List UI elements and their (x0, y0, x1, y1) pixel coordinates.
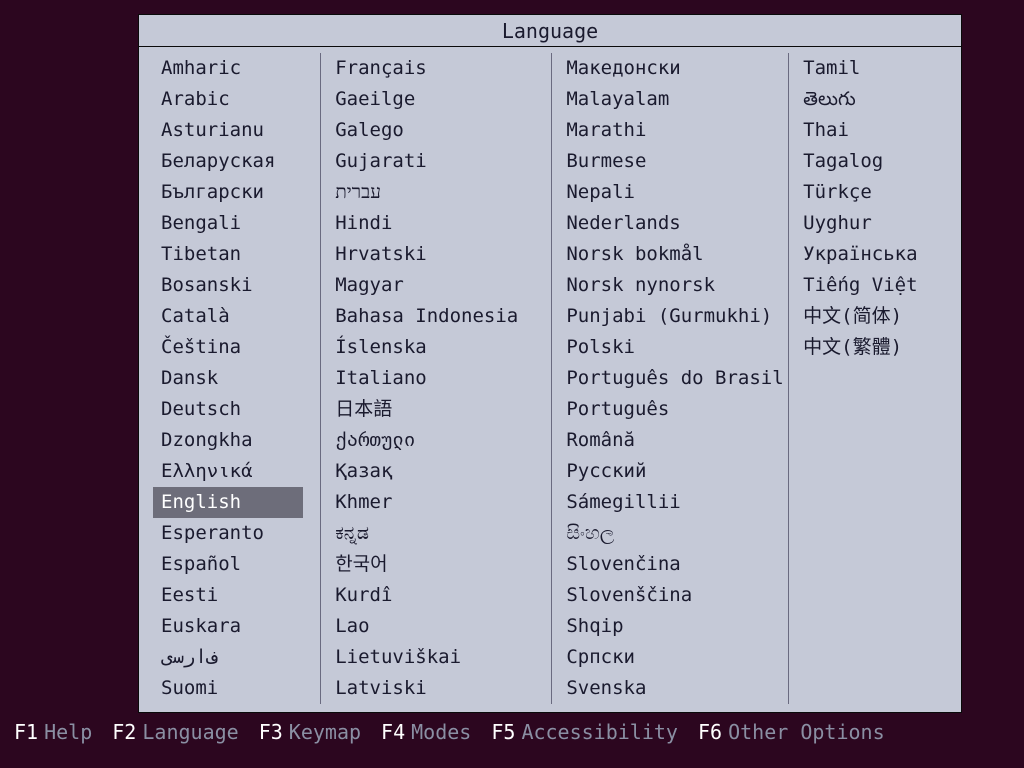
language-option[interactable]: Bosanski (157, 270, 320, 301)
language-option[interactable]: ქართული (331, 425, 551, 456)
language-option[interactable]: Norsk nynorsk (562, 270, 788, 301)
language-option[interactable]: Беларуская (157, 146, 320, 177)
language-option[interactable]: Русский (562, 456, 788, 487)
language-option[interactable]: Malayalam (562, 84, 788, 115)
language-option[interactable]: Magyar (331, 270, 551, 301)
language-option[interactable]: Marathi (562, 115, 788, 146)
language-option[interactable]: Punjabi (Gurmukhi) (562, 301, 788, 332)
language-option[interactable]: Українська (799, 239, 951, 270)
language-option[interactable]: Bengali (157, 208, 320, 239)
language-option[interactable]: 한국어 (331, 549, 551, 580)
fkey-label: Help (44, 720, 92, 744)
language-option[interactable]: Македонски (562, 53, 788, 84)
panel-title: Language (139, 15, 961, 47)
fkey-f6[interactable]: F6Other Options (698, 720, 885, 744)
fkey-label: Accessibility (521, 720, 678, 744)
language-option[interactable]: Қазақ (331, 456, 551, 487)
language-option[interactable]: ಕನ್ನಡ (331, 518, 551, 549)
language-option[interactable]: Tiếng Việt (799, 270, 951, 301)
language-option[interactable]: Amharic (157, 53, 320, 84)
language-option[interactable]: Kurdî (331, 580, 551, 611)
language-option[interactable]: 中文(简体) (799, 301, 951, 332)
language-option[interactable]: Nepali (562, 177, 788, 208)
language-option[interactable]: ﻑﺍﺭﺳی (157, 642, 320, 673)
language-option[interactable]: Tagalog (799, 146, 951, 177)
fkey-key: F2 (112, 720, 136, 744)
language-option[interactable]: Suomi (157, 673, 320, 704)
language-option[interactable]: Svenska (562, 673, 788, 704)
language-option[interactable]: Bahasa Indonesia (331, 301, 551, 332)
language-option[interactable]: Uyghur (799, 208, 951, 239)
fkey-key: F3 (259, 720, 283, 744)
fkey-f2[interactable]: F2Language (112, 720, 238, 744)
language-columns: AmharicArabicAsturianuБеларускаяБългарск… (139, 47, 961, 712)
fkey-key: F4 (381, 720, 405, 744)
fkey-key: F5 (491, 720, 515, 744)
language-option[interactable]: Čeština (157, 332, 320, 363)
language-option[interactable]: 日本語 (331, 394, 551, 425)
language-column-1: AmharicArabicAsturianuБеларускаяБългарск… (157, 53, 321, 704)
language-option[interactable]: Sámegillii (562, 487, 788, 518)
language-column-4: TamilతెలుగుThaiTagalogTürkçeUyghurУкраїн… (789, 53, 951, 363)
language-option[interactable]: Khmer (331, 487, 551, 518)
language-option[interactable]: Gaeilge (331, 84, 551, 115)
language-option[interactable]: Nederlands (562, 208, 788, 239)
language-option[interactable]: Galego (331, 115, 551, 146)
language-option[interactable]: Deutsch (157, 394, 320, 425)
language-option[interactable]: Português do Brasil (562, 363, 788, 394)
language-option[interactable]: Türkçe (799, 177, 951, 208)
language-selection-panel: Language AmharicArabicAsturianuБеларуска… (138, 14, 962, 713)
language-option[interactable]: Tamil (799, 53, 951, 84)
language-column-3: МакедонскиMalayalamMarathiBurmeseNepaliN… (552, 53, 789, 704)
fkey-label: Other Options (728, 720, 885, 744)
language-option[interactable]: 中文(繁體) (799, 332, 951, 363)
language-option[interactable]: Euskara (157, 611, 320, 642)
language-option[interactable]: Català (157, 301, 320, 332)
language-option[interactable]: తెలుగు (799, 84, 951, 115)
language-option[interactable]: Polski (562, 332, 788, 363)
fkey-label: Modes (411, 720, 471, 744)
language-option[interactable]: Ελληνικά (157, 456, 320, 487)
language-option[interactable]: Asturianu (157, 115, 320, 146)
language-option[interactable]: Français (331, 53, 551, 84)
language-option[interactable]: Íslenska (331, 332, 551, 363)
language-option[interactable]: Slovenčina (562, 549, 788, 580)
language-option[interactable]: Português (562, 394, 788, 425)
fkey-f5[interactable]: F5Accessibility (491, 720, 678, 744)
language-option[interactable]: Thai (799, 115, 951, 146)
language-option[interactable]: Esperanto (157, 518, 320, 549)
fkey-label: Keymap (289, 720, 361, 744)
function-key-bar: F1Help F2Language F3Keymap F4Modes F5Accessi… (14, 720, 1010, 744)
fkey-f4[interactable]: F4Modes (381, 720, 471, 744)
language-option[interactable]: Български (157, 177, 320, 208)
language-column-2: FrançaisGaeilgeGalegoGujaratiעבריתHindiH… (321, 53, 552, 704)
language-option[interactable]: Српски (562, 642, 788, 673)
language-option[interactable]: Dansk (157, 363, 320, 394)
language-option[interactable]: Shqip (562, 611, 788, 642)
language-option[interactable]: Slovenščina (562, 580, 788, 611)
language-option[interactable]: Română (562, 425, 788, 456)
language-option[interactable]: සිංහල (562, 518, 788, 549)
language-option[interactable]: Lietuviškai (331, 642, 551, 673)
fkey-key: F6 (698, 720, 722, 744)
language-option[interactable]: Norsk bokmål (562, 239, 788, 270)
language-option[interactable]: English (153, 487, 303, 518)
fkey-f3[interactable]: F3Keymap (259, 720, 361, 744)
fkey-key: F1 (14, 720, 38, 744)
language-option[interactable]: Tibetan (157, 239, 320, 270)
fkey-f1[interactable]: F1Help (14, 720, 92, 744)
fkey-label: Language (142, 720, 238, 744)
language-option[interactable]: Hrvatski (331, 239, 551, 270)
language-option[interactable]: Dzongkha (157, 425, 320, 456)
language-option[interactable]: Lao (331, 611, 551, 642)
language-option[interactable]: Arabic (157, 84, 320, 115)
language-option[interactable]: Español (157, 549, 320, 580)
language-option[interactable]: עברית (331, 177, 551, 208)
language-option[interactable]: Burmese (562, 146, 788, 177)
language-option[interactable]: Hindi (331, 208, 551, 239)
language-option[interactable]: Eesti (157, 580, 320, 611)
language-option[interactable]: Gujarati (331, 146, 551, 177)
language-option[interactable]: Latviski (331, 673, 551, 704)
language-option[interactable]: Italiano (331, 363, 551, 394)
